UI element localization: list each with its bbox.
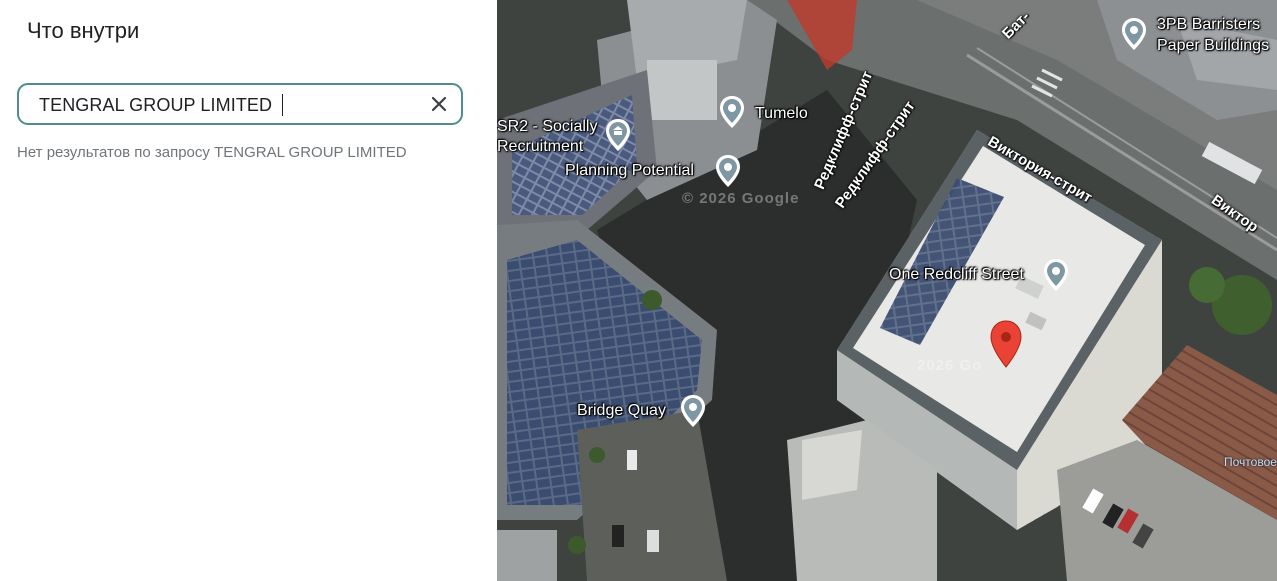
poi-label-one-redcliff-street[interactable]: One Redcliff Street bbox=[889, 266, 1024, 284]
map-label: Почтовое bbox=[1224, 455, 1277, 469]
map-watermark: 2026 Go bbox=[917, 357, 983, 374]
place-pin-icon[interactable] bbox=[715, 154, 741, 188]
no-results-message: Нет результатов по запросу TENGRAL GROUP… bbox=[17, 144, 407, 161]
satellite-imagery bbox=[497, 0, 1277, 581]
place-pin-icon[interactable] bbox=[680, 394, 706, 428]
place-pin-icon[interactable] bbox=[1043, 258, 1069, 292]
poi-label-paper-buildings[interactable]: Paper Buildings bbox=[1157, 37, 1269, 55]
panel-title: Что внутри bbox=[27, 18, 140, 43]
clear-search-button[interactable] bbox=[427, 92, 451, 116]
side-panel: Что внутри TENGRAL GROUP LIMITED Нет рез… bbox=[0, 0, 497, 581]
place-pin-icon[interactable] bbox=[1121, 17, 1147, 51]
bank-icon[interactable] bbox=[605, 118, 631, 152]
satellite-map[interactable]: © 2026 Google 2026 Go Редклифф-стрит Ред… bbox=[497, 0, 1277, 581]
place-pin-icon[interactable] bbox=[719, 95, 745, 129]
poi-label-tumelo[interactable]: Tumelo bbox=[755, 105, 808, 123]
red-location-pin-icon[interactable] bbox=[990, 320, 1022, 368]
map-watermark: © 2026 Google bbox=[682, 190, 800, 207]
poi-label-sr2[interactable]: SR2 - Socially bbox=[497, 118, 597, 136]
text-caret bbox=[282, 94, 283, 116]
poi-label-bridge-quay[interactable]: Bridge Quay bbox=[577, 402, 666, 420]
search-input[interactable]: TENGRAL GROUP LIMITED bbox=[17, 83, 463, 125]
poi-label-recruitment[interactable]: Recruitment bbox=[497, 138, 583, 156]
close-icon[interactable] bbox=[427, 92, 451, 116]
poi-label-planning-potential[interactable]: Planning Potential bbox=[565, 162, 694, 180]
poi-label-3pb-barristers[interactable]: 3PB Barristers bbox=[1157, 16, 1260, 34]
search-input-value[interactable]: TENGRAL GROUP LIMITED bbox=[39, 95, 272, 116]
